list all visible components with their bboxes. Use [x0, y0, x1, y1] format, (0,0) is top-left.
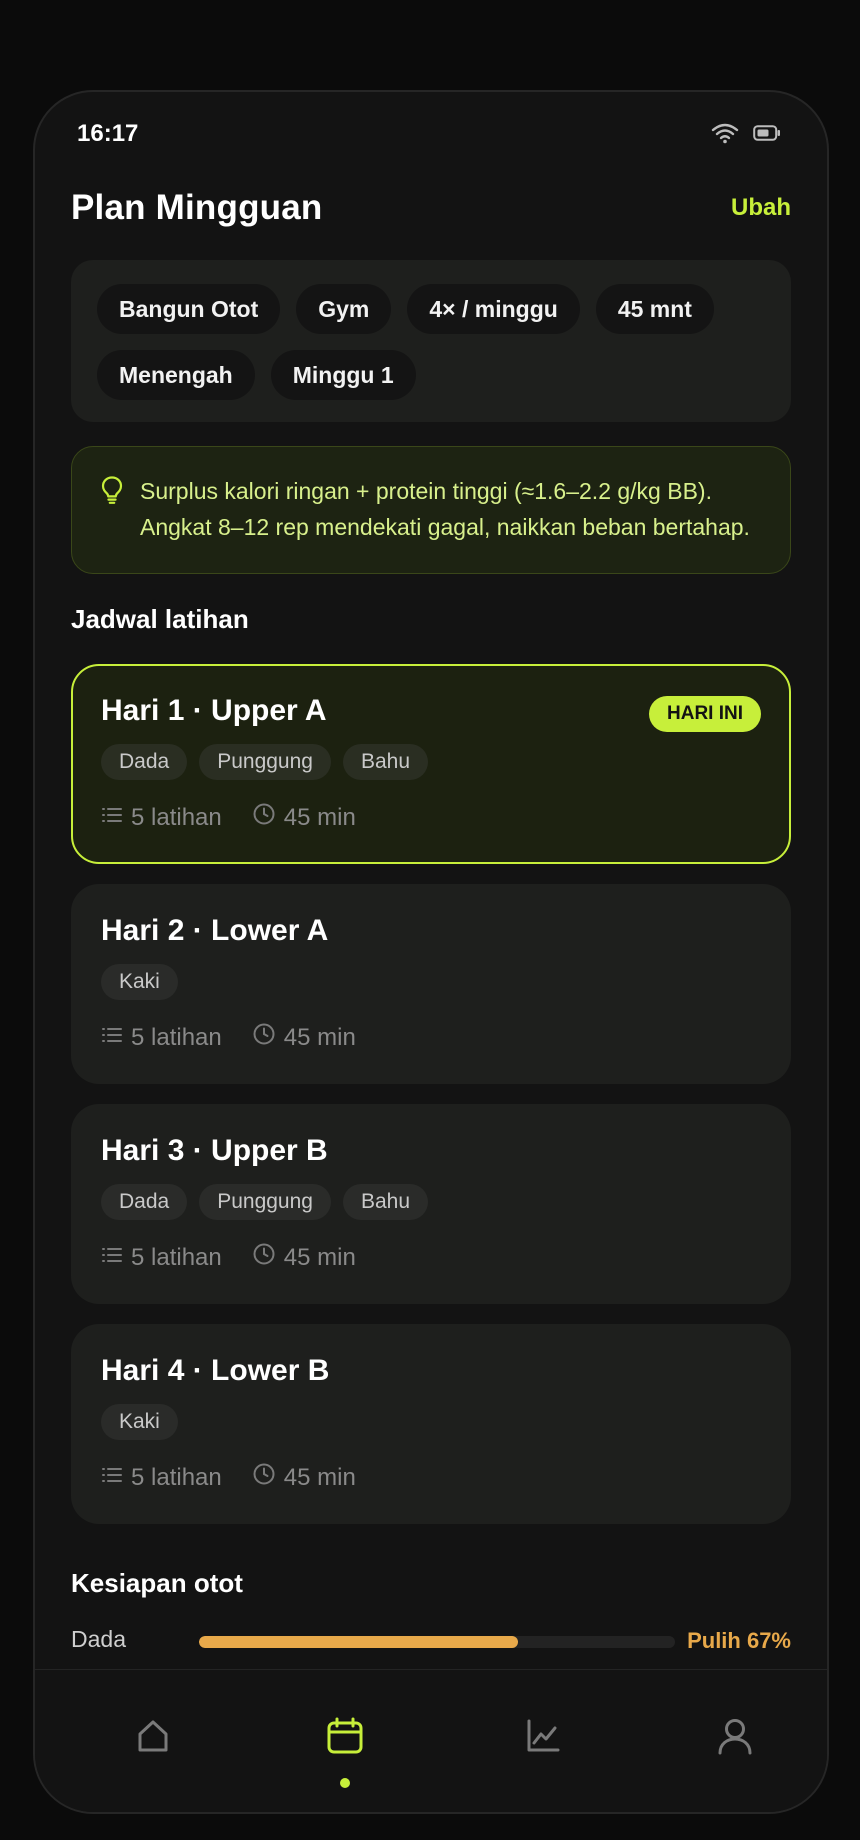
clock-icon: [252, 802, 276, 833]
active-indicator-dot: [340, 1778, 350, 1788]
duration-label: 45 min: [283, 1463, 356, 1491]
readiness-progress-fill: [199, 1636, 518, 1648]
status-time: 16:17: [77, 120, 139, 147]
profile-icon: [717, 1717, 753, 1760]
duration: 45 min: [252, 1242, 356, 1273]
calendar-icon: [326, 1717, 364, 1760]
exercise-count-label: 5 latihan: [131, 1243, 222, 1271]
edit-plan-button[interactable]: Ubah: [731, 194, 791, 222]
day-title: Hari 3 · Upper B: [101, 1134, 328, 1167]
battery-icon: [753, 125, 781, 146]
exercise-count-label: 5 latihan: [131, 1023, 222, 1051]
workout-day-card-3[interactable]: Hari 3 · Upper B Dada Punggung Bahu 5 la…: [71, 1104, 791, 1304]
exercise-count: 5 latihan: [101, 1464, 222, 1492]
frequency-chip: 4× / minggu: [407, 284, 580, 334]
tip-text: Surplus kalori ringan + protein tinggi (…: [140, 478, 750, 540]
muscle-tag: Kaki: [101, 964, 178, 1000]
chart-icon: [525, 1718, 561, 1759]
clock-icon: [252, 1242, 276, 1273]
nutrition-tip: Surplus kalori ringan + protein tinggi (…: [71, 446, 791, 574]
workout-day-card-4[interactable]: Hari 4 · Lower B Kaki 5 latihan 45 min: [71, 1324, 791, 1524]
list-icon: [101, 1244, 123, 1272]
duration-label: 45 min: [283, 1243, 356, 1271]
readiness-value: Pulih 67%: [687, 1628, 791, 1653]
duration: 45 min: [252, 1022, 356, 1053]
clock-icon: [252, 1462, 276, 1493]
muscle-tag: Dada: [101, 744, 188, 780]
lightbulb-icon: [100, 475, 124, 545]
duration: 45 min: [252, 802, 356, 833]
status-bar: 16:17: [35, 92, 827, 172]
today-badge: HARI INI: [649, 696, 761, 732]
list-icon: [101, 804, 123, 832]
bottom-nav: [35, 1669, 827, 1812]
home-icon: [135, 1718, 171, 1759]
muscle-tags: Kaki: [101, 1404, 761, 1440]
readiness-muscle-label: Dada: [71, 1626, 126, 1652]
clock-icon: [252, 1022, 276, 1053]
list-icon: [101, 1464, 123, 1492]
muscle-tag: Punggung: [199, 744, 331, 780]
readiness-row-chest: Dada Pulih 67%: [71, 1620, 791, 1660]
muscle-tag: Punggung: [199, 1184, 331, 1220]
status-icons: [711, 122, 781, 149]
exercise-count-label: 5 latihan: [131, 803, 222, 831]
muscle-tag: Dada: [101, 1184, 188, 1220]
duration: 45 min: [252, 1462, 356, 1493]
muscle-tags: Dada Punggung Bahu: [101, 1184, 761, 1220]
main-content: Plan Mingguan Ubah Bangun Otot Gym 4× / …: [71, 172, 791, 1660]
readiness-progress-bar: [199, 1636, 675, 1648]
week-chip: Minggu 1: [270, 350, 416, 400]
page-header: Plan Mingguan Ubah: [71, 172, 791, 246]
schedule-title: Jadwal latihan: [71, 604, 249, 634]
muscle-tag: Bahu: [342, 1184, 429, 1220]
location-chip: Gym: [296, 284, 392, 334]
goal-chip: Bangun Otot: [97, 284, 281, 334]
day-title: Hari 4 · Lower B: [101, 1354, 330, 1387]
muscle-tag: Bahu: [342, 744, 429, 780]
exercise-count: 5 latihan: [101, 804, 222, 832]
day-title: Hari 2 · Lower A: [101, 914, 329, 947]
muscle-tag: Kaki: [101, 1404, 178, 1440]
list-icon: [101, 1024, 123, 1052]
workout-day-card-2[interactable]: Hari 2 · Lower A Kaki 5 latihan 45 min: [71, 884, 791, 1084]
duration-label: 45 min: [283, 803, 356, 831]
muscle-tags: Dada Punggung Bahu: [101, 744, 761, 780]
nav-progress[interactable]: [513, 1708, 573, 1768]
nav-schedule[interactable]: [315, 1708, 375, 1788]
exercise-count-label: 5 latihan: [131, 1463, 222, 1491]
plan-summary-chips: Bangun Otot Gym 4× / minggu 45 mnt Menen…: [71, 260, 791, 422]
day-meta: 5 latihan 45 min: [101, 1242, 761, 1273]
duration-label: 45 min: [283, 1023, 356, 1051]
day-meta: 5 latihan 45 min: [101, 802, 761, 833]
nav-profile[interactable]: [705, 1708, 765, 1768]
muscle-tags: Kaki: [101, 964, 761, 1000]
phone-screen: 16:17 Plan Mingguan Ubah Bangun Otot Gym…: [33, 90, 829, 1814]
wifi-icon: [711, 122, 739, 149]
exercise-count: 5 latihan: [101, 1244, 222, 1272]
readiness-title: Kesiapan otot: [71, 1568, 243, 1598]
exercise-count: 5 latihan: [101, 1024, 222, 1052]
duration-chip: 45 mnt: [595, 284, 714, 334]
day-meta: 5 latihan 45 min: [101, 1462, 761, 1493]
nav-home[interactable]: [123, 1708, 183, 1768]
day-meta: 5 latihan 45 min: [101, 1022, 761, 1053]
level-chip: Menengah: [97, 350, 255, 400]
page-title: Plan Mingguan: [71, 188, 323, 227]
workout-day-card-1[interactable]: Hari 1 · Upper A HARI INI Dada Punggung …: [71, 664, 791, 864]
